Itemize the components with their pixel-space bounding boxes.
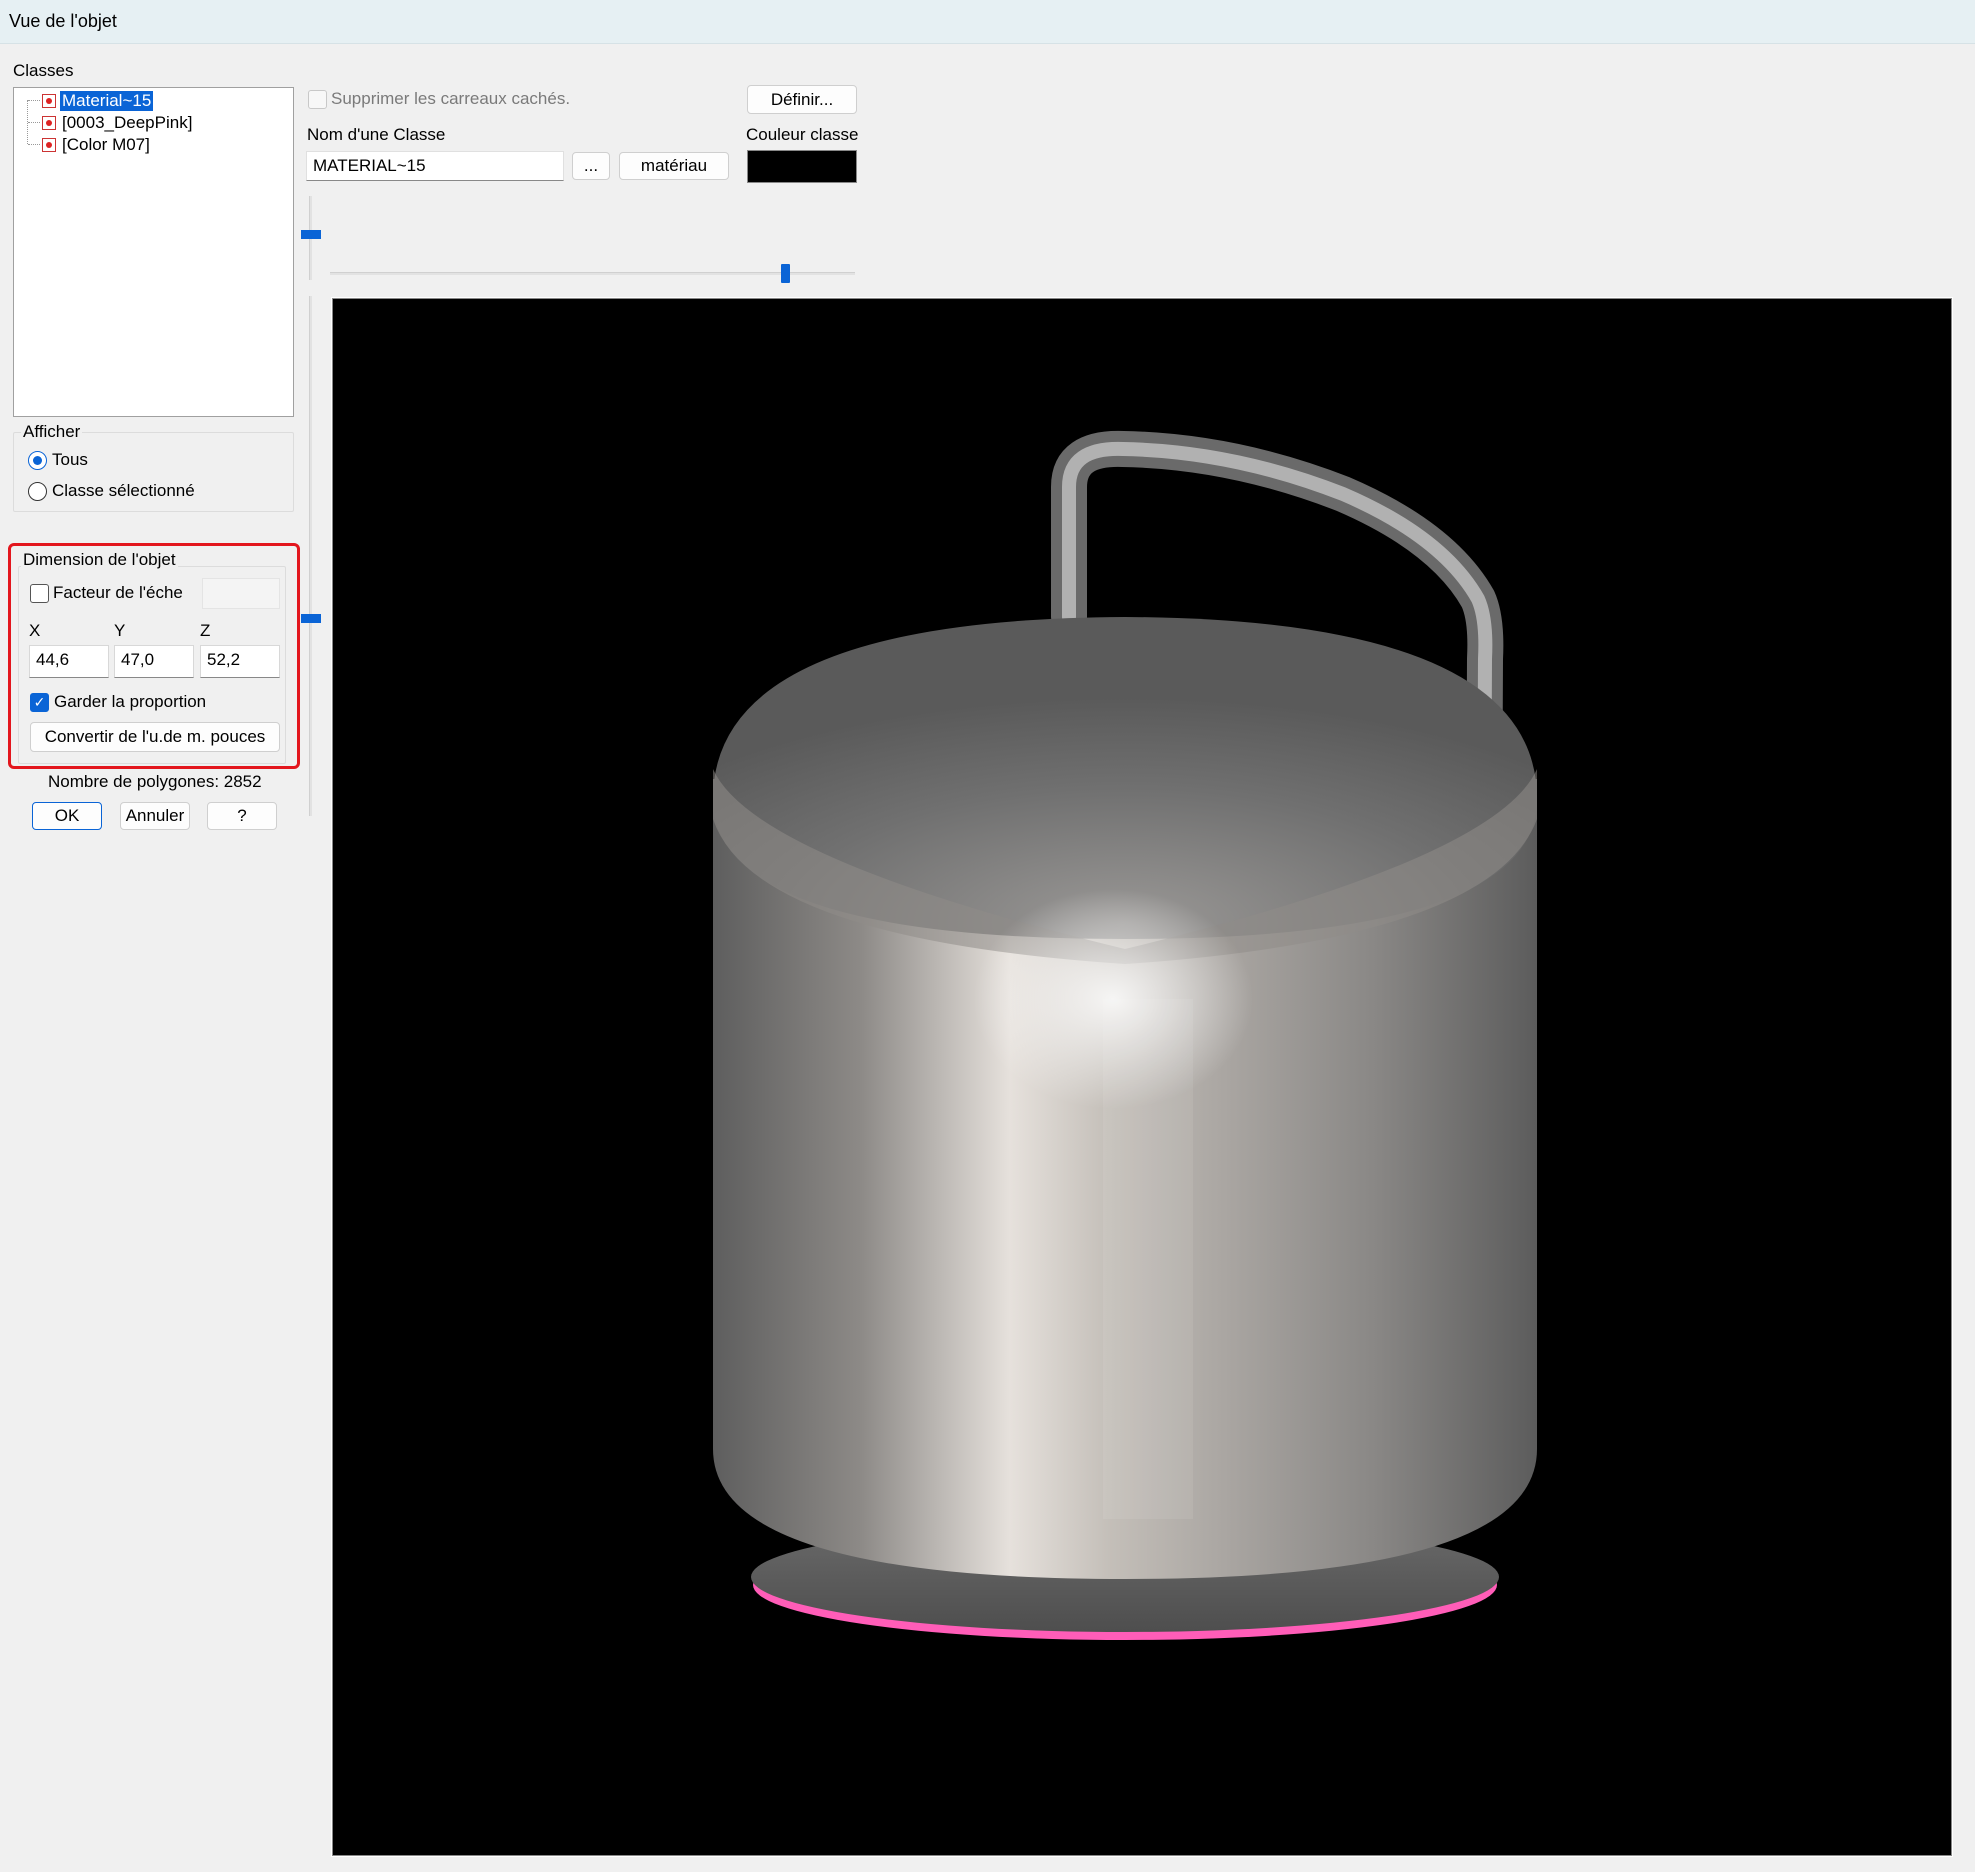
material-button[interactable]: matériau [619, 152, 729, 180]
window-title: Vue de l'objet [9, 11, 117, 31]
radio-tous[interactable]: Tous [28, 450, 88, 470]
radio-indicator [28, 481, 47, 501]
convert-units-button[interactable]: Convertir de l'u.de m. pouces [30, 722, 280, 752]
classes-label: Classes [13, 61, 74, 80]
class-name-label: Nom d'une Classe [307, 125, 446, 144]
cancel-button[interactable]: Annuler [120, 802, 190, 830]
tree-item-material-15[interactable]: Material~15 [42, 91, 154, 111]
tree-item-label: [0003_DeepPink] [62, 113, 193, 132]
check-icon: ✓ [30, 692, 49, 712]
vertical-slider-thumb-top[interactable] [301, 230, 321, 239]
material-icon [42, 94, 56, 108]
checkbox-indicator [30, 583, 49, 603]
radio-classe-selectionne[interactable]: Classe sélectionné [28, 481, 195, 501]
tree-connector-h [28, 122, 40, 123]
class-name-input[interactable]: MATERIAL~15 [306, 151, 564, 181]
browse-button[interactable]: ... [572, 152, 610, 180]
afficher-label: Afficher [21, 422, 83, 442]
polygon-count: Nombre de polygones: 2852 [48, 772, 262, 791]
tank-render [713, 430, 1537, 1640]
horizontal-slider-track [330, 272, 855, 275]
class-color-swatch[interactable] [747, 150, 857, 183]
z-label: Z [200, 621, 211, 640]
scale-factor-input[interactable] [202, 578, 280, 609]
y-dimension-input[interactable]: 47,0 [114, 645, 194, 678]
hide-tiles-checkbox[interactable]: Supprimer les carreaux cachés. [308, 89, 570, 109]
x-dimension-input[interactable]: 44,6 [29, 645, 109, 678]
scale-factor-checkbox[interactable]: Facteur de l'échelle [30, 583, 183, 603]
class-color-label: Couleur classe [746, 125, 859, 144]
horizontal-slider-thumb[interactable] [781, 264, 790, 283]
tree-connector-h [28, 100, 40, 101]
checkbox-label: Garder la proportion [54, 692, 207, 711]
material-icon [42, 138, 56, 152]
x-label: X [29, 621, 41, 640]
title-bar: Vue de l'objet [0, 0, 1975, 44]
z-dimension-input[interactable]: 52,2 [200, 645, 280, 678]
3d-viewport[interactable] [331, 297, 1953, 1857]
material-icon [42, 116, 56, 130]
tree-item-label: Material~15 [60, 91, 154, 111]
tree-item-deeppink[interactable]: [0003_DeepPink] [42, 113, 194, 133]
vertical-slider-thumb[interactable] [301, 614, 321, 623]
help-button[interactable]: ? [207, 802, 277, 830]
vertical-slider-track [309, 296, 312, 816]
y-label: Y [114, 621, 126, 640]
define-button[interactable]: Définir... [747, 85, 857, 114]
dimension-label: Dimension de l'objet [21, 550, 178, 570]
radio-label: Tous [52, 450, 88, 469]
tree-item-label: [Color M07] [62, 135, 150, 154]
radio-indicator [28, 450, 47, 470]
checkbox-indicator [308, 89, 327, 109]
checkbox-label: Supprimer les carreaux cachés. [331, 89, 571, 108]
tree-connector-h [28, 144, 40, 145]
radio-label: Classe sélectionné [52, 481, 195, 500]
tree-item-color-m07[interactable]: [Color M07] [42, 135, 152, 155]
ok-button[interactable]: OK [32, 802, 102, 830]
keep-ratio-checkbox[interactable]: ✓ Garder la proportion [30, 692, 206, 712]
checkbox-label: Facteur de l'échelle [53, 583, 183, 602]
